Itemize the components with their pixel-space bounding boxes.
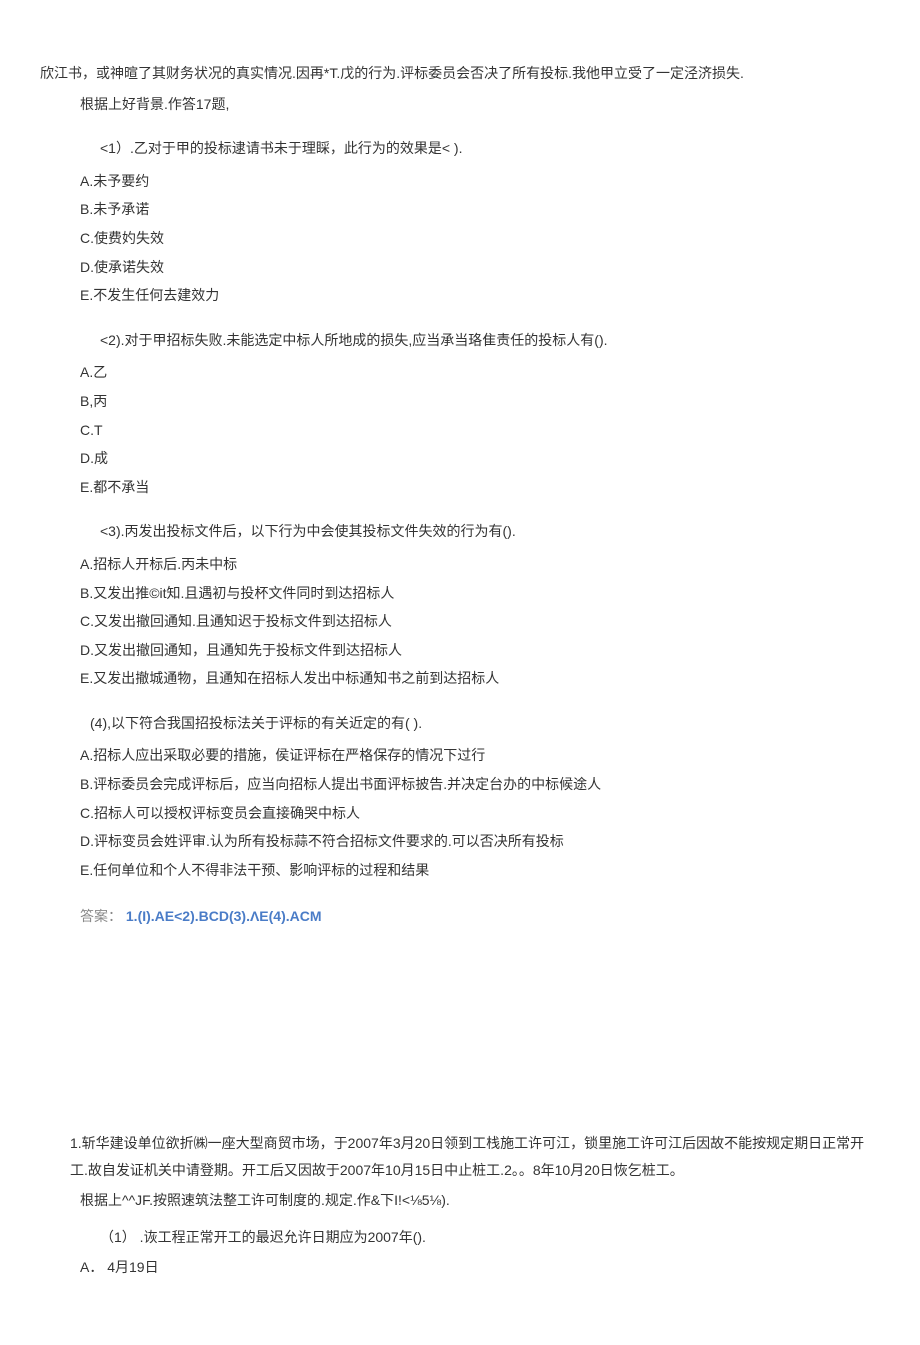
question-4-stem: (4),以下符合我国招投标法关于评标的有关近定的有( ).: [40, 710, 880, 737]
section-2-paragraph-1: 1.斩华建设单位欲折㈱一座大型商贸市场，于2007年3月20日领到工栈施工许可江…: [40, 1130, 880, 1183]
question-2-option-e: E.都不承当: [40, 474, 880, 501]
question-4-option-d: D.评标变员会姓评审.认为所有投标蒜不符合招标文件要求的.可以否决所有投标: [40, 828, 880, 855]
question-1-option-a: A.未予要约: [40, 168, 880, 195]
question-1-option-c: C.使费妁失效: [40, 225, 880, 252]
question-4-option-e: E.任何单位和个人不得非法干预、影响评标的过程和结果: [40, 857, 880, 884]
answer-value: 1.(I).AE<2).BCD(3).ΛE(4).ACM: [126, 908, 322, 924]
question-2-option-b: B,丙: [40, 388, 880, 415]
question-2-option-d: D.成: [40, 445, 880, 472]
answer-label: 答案：: [80, 908, 122, 924]
answer-block: 答案： 1.(I).AE<2).BCD(3).ΛE(4).ACM: [40, 903, 880, 930]
question-1-option-d: D.使承诺失效: [40, 254, 880, 281]
question-4-option-a: A.招标人应出采取必要的措施，侯证评标在严格保存的情况下过行: [40, 742, 880, 769]
intro-paragraph-1: 欣江书，或神暄了其财务状况的真实情况.因再*T.戊的行为.评标委员会否决了所有投…: [40, 60, 880, 87]
question-3-option-b: B.又发出推©it知.且遇初与投杯文件同时到达招标人: [40, 580, 880, 607]
section-2-question-1-stem: （1） .诙工程正常开工的最迟允许日期应为2007年().: [40, 1224, 880, 1251]
intro-paragraph-2: 根据上好背景.作答17题,: [40, 91, 880, 118]
question-3-option-a: A.招标人开标后.丙未中标: [40, 551, 880, 578]
section-2-paragraph-2: 根据上^^JF.按照速筑法整工许可制度的.规定.作&下I!<⅛5⅛).: [40, 1187, 880, 1214]
question-3-option-e: E.又发出撤城通物，且通知在招标人发出中标通知书之前到达招标人: [40, 665, 880, 692]
question-2-option-c: C.T: [40, 417, 880, 444]
question-1-option-e: E.不发生任何去建效力: [40, 282, 880, 309]
question-3-option-d: D.又发出撤回通知，且通知先于投标文件到达招标人: [40, 637, 880, 664]
question-2-stem: <2).对于甲招标失败.未能选定中标人所地成的损失,应当承当珞隹责任的投标人有(…: [40, 327, 880, 354]
question-4-option-c: C.招标人可以授权评标变员会直接确哭中标人: [40, 800, 880, 827]
question-1-stem: <1）.乙对于甲的投标逮请书未于理睬，此行为的效果是< ).: [40, 135, 880, 162]
question-3-option-c: C.又发出撤回通知.且通知迟于投标文件到达招标人: [40, 608, 880, 635]
question-4-option-b: B.评标委员会完成评标后，应当向招标人提出书面评标披告.并决定台办的中标候途人: [40, 771, 880, 798]
question-2-option-a: A.乙: [40, 359, 880, 386]
question-3-stem: <3).丙发出投标文件后，以下行为中会使其投标文件失效的行为有().: [40, 518, 880, 545]
question-1-option-b: B.未予承诺: [40, 196, 880, 223]
section-2-question-1-option-a: A． 4月19日: [40, 1254, 880, 1281]
